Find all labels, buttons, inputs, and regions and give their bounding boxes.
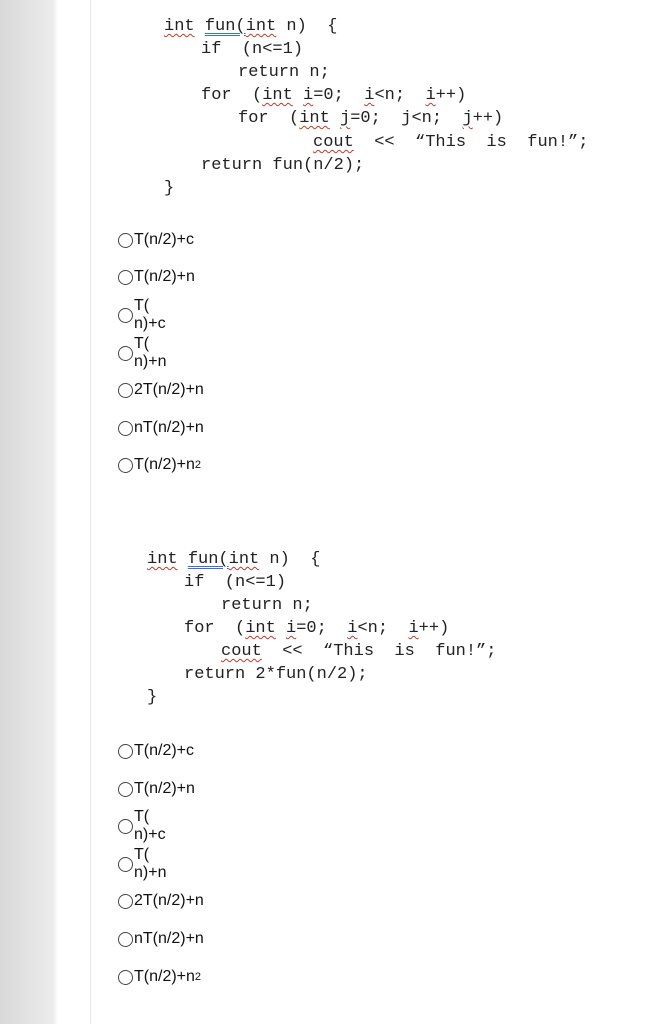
code-line: } — [164, 179, 175, 198]
radio-icon[interactable] — [118, 420, 133, 436]
code-line: cout << “This is fun!”; — [313, 133, 589, 152]
code-line: return n; — [221, 596, 313, 615]
sidebar-shadow — [54, 0, 58, 1024]
code-line: if (n<=1) — [184, 573, 287, 592]
option-6[interactable]: nT(n/2)+n — [118, 416, 204, 440]
option-1[interactable]: T(n/2)+c — [118, 228, 194, 252]
option-3[interactable]: T( n)+c — [118, 297, 166, 332]
option-5[interactable]: 2T(n/2)+n — [118, 378, 204, 402]
option-7[interactable]: T(n/2)+n 2 — [118, 453, 201, 477]
radio-icon[interactable] — [118, 269, 133, 285]
option-5[interactable]: 2T(n/2)+n — [118, 889, 204, 913]
option-3[interactable]: T( n)+c — [118, 808, 166, 843]
option-4[interactable]: T( n)+n — [118, 335, 166, 370]
code-line: cout << “This is fun!”; — [221, 642, 497, 661]
code-line: int fun(int n) { — [147, 550, 321, 569]
code-line: for (int i=0; i<n; i++) — [184, 619, 450, 638]
option-6[interactable]: nT(n/2)+n — [118, 927, 204, 951]
code-line: for (int i=0; i<n; i++) — [201, 86, 467, 105]
code-line: return fun(n/2); — [201, 156, 365, 175]
radio-icon[interactable] — [118, 893, 133, 909]
radio-icon[interactable] — [118, 931, 133, 947]
radio-icon[interactable] — [118, 856, 133, 872]
radio-icon[interactable] — [118, 969, 133, 985]
code-line: for (int j=0; j<n; j++) — [238, 109, 504, 128]
option-4[interactable]: T( n)+n — [118, 846, 166, 881]
radio-icon[interactable] — [118, 382, 133, 398]
option-7[interactable]: T(n/2)+n 2 — [118, 965, 201, 989]
option-1[interactable]: T(n/2)+c — [118, 739, 194, 763]
radio-icon[interactable] — [118, 345, 133, 361]
option-2[interactable]: T(n/2)+n — [118, 265, 195, 289]
radio-icon[interactable] — [118, 743, 133, 759]
radio-icon[interactable] — [118, 457, 133, 473]
code-line: int fun(int n) { — [164, 17, 338, 36]
code-line: return 2*fun(n/2); — [184, 665, 368, 684]
radio-icon[interactable] — [118, 307, 133, 323]
option-2[interactable]: T(n/2)+n — [118, 777, 195, 801]
radio-icon[interactable] — [118, 232, 133, 248]
panel-divider — [90, 0, 91, 1024]
code-line: } — [147, 688, 158, 707]
radio-icon[interactable] — [118, 818, 133, 834]
code-line: if (n<=1) — [201, 40, 304, 59]
radio-icon[interactable] — [118, 781, 133, 797]
code-line: return n; — [238, 63, 330, 82]
left-sidebar — [0, 0, 54, 1024]
